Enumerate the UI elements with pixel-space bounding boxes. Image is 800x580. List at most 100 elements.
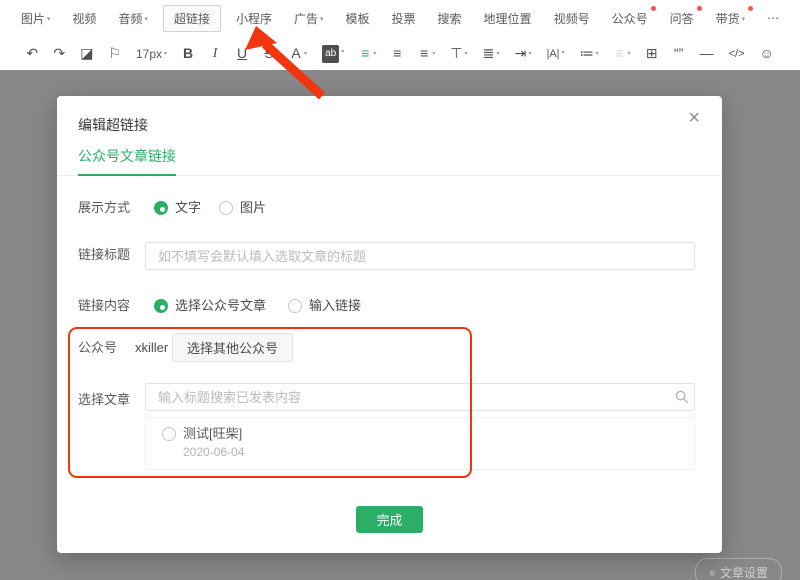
tab-official-article-link[interactable]: 公众号文章链接	[78, 146, 176, 176]
indent-icon[interactable]: ⇥▾	[509, 43, 536, 64]
task-list-glyph: ≡	[614, 45, 626, 61]
italic-icon[interactable]: I	[204, 42, 226, 64]
article-search-input[interactable]	[145, 383, 695, 411]
chevron-down-icon: ▾	[304, 51, 307, 57]
format-toolbar: ↶↷◪⚐17px▾BIUSA▾ab▾≡▾≡≡▾⊤▾≣▾⇥▾|A|▾≔▾≡▾⊞“”…	[0, 36, 800, 70]
chevron-down-icon: ▾	[144, 16, 148, 23]
menu-item-official-account[interactable]: 公众号	[605, 6, 655, 31]
menu-item-label: 超链接	[174, 12, 210, 26]
chevron-down-icon: ▾	[341, 49, 344, 55]
article-result-list: 测试[旺柴]2020-06-04	[145, 417, 695, 470]
clear-format-icon[interactable]: ◪	[75, 43, 98, 63]
divider-glyph: —	[700, 45, 714, 61]
display-mode-option-text[interactable]: 文字	[154, 198, 201, 218]
justify-icon[interactable]: ≡▾	[354, 43, 381, 64]
divider-icon[interactable]: —	[695, 43, 719, 63]
menu-item-audio[interactable]: 音频▾	[111, 6, 155, 31]
redo-icon[interactable]: ↷	[48, 43, 70, 63]
radio-article[interactable]	[162, 427, 176, 441]
menu-item-template[interactable]: 模板	[339, 6, 377, 31]
radio-text[interactable]	[154, 201, 168, 215]
align-center-icon[interactable]: ≡▾	[413, 43, 440, 64]
menu-item-label: 搜索	[438, 12, 462, 26]
menu-item-video[interactable]: 视频	[65, 6, 103, 31]
align-top-icon[interactable]: ⊤▾	[445, 43, 472, 64]
list-glyph: ≔	[580, 45, 594, 61]
format-brush-icon[interactable]: ⚐	[103, 43, 126, 63]
done-button[interactable]: 完成	[356, 506, 423, 533]
select-other-account-button[interactable]: 选择其他公众号	[172, 333, 293, 362]
display-mode-option-image[interactable]: 图片	[219, 198, 266, 218]
radio-image[interactable]	[219, 201, 233, 215]
chevron-down-icon: ▾	[464, 51, 467, 57]
task-list-icon[interactable]: ≡▾	[609, 43, 636, 64]
dialog-title: 编辑超链接	[78, 115, 148, 135]
radio-enter-url[interactable]	[288, 299, 302, 313]
letter-spacing-icon[interactable]: |A|▾	[541, 42, 569, 64]
undo-glyph: ↶	[26, 45, 38, 61]
insert-menu-bar: 图片▾视频音频▾超链接小程序广告▾模板投票搜索地理位置视频号公众号问答带货▾⋯	[0, 0, 800, 36]
line-height-glyph: ≣	[482, 45, 494, 61]
account-name: xkiller	[135, 338, 168, 358]
menu-item-location[interactable]: 地理位置	[477, 6, 539, 31]
menu-item-label: 广告	[294, 12, 318, 26]
menu-item-commerce[interactable]: 带货▾	[709, 6, 753, 31]
link-content-option-enter-url[interactable]: 输入链接	[288, 296, 361, 316]
menu-item-ad[interactable]: 广告▾	[287, 6, 331, 31]
menu-item-label: 视频	[72, 12, 96, 26]
article-settings-label: 文章设置	[720, 564, 768, 580]
code-icon[interactable]: </>	[724, 42, 750, 64]
notification-dot	[748, 6, 753, 11]
highlight-glyph: ab	[322, 45, 339, 63]
menu-item-label: 图片	[21, 12, 45, 26]
undo-icon[interactable]: ↶	[21, 43, 43, 63]
emoji-icon[interactable]: ☺	[755, 43, 779, 63]
menu-item-label: ⋯	[767, 11, 779, 25]
article-date: 2020-06-04	[183, 444, 244, 461]
line-height-icon[interactable]: ≣▾	[477, 43, 504, 64]
select-article-label: 选择文章	[78, 390, 130, 410]
menu-item-label: 公众号	[612, 12, 648, 26]
font-size-icon[interactable]: 17px▾	[131, 43, 172, 64]
clear-format-glyph: ◪	[80, 45, 93, 61]
radio-select-article[interactable]	[154, 299, 168, 313]
display-mode-options: 文字 图片	[154, 198, 266, 218]
highlight-icon[interactable]: ab▾	[317, 41, 349, 65]
table-icon[interactable]: ⊞	[641, 43, 663, 63]
dialog-tabbar: 公众号文章链接	[57, 146, 722, 176]
article-settings-button[interactable]: » 文章设置	[695, 558, 782, 580]
blockquote-icon[interactable]: “”	[668, 43, 690, 63]
menu-item-image[interactable]: 图片▾	[14, 6, 58, 31]
menu-item-more[interactable]: ⋯	[760, 7, 786, 29]
align-left-icon[interactable]: ≡	[386, 43, 408, 63]
search-icon[interactable]	[675, 390, 689, 404]
link-content-option-select-article[interactable]: 选择公众号文章	[154, 296, 266, 316]
menu-item-hyperlink[interactable]: 超链接	[163, 5, 221, 32]
font-color-icon[interactable]: A▾	[285, 43, 312, 64]
menu-item-qa[interactable]: 问答	[663, 6, 701, 31]
menu-item-label: 小程序	[236, 12, 272, 26]
chevron-down-icon: ▾	[562, 50, 565, 56]
close-icon[interactable]: ×	[688, 108, 700, 128]
menu-item-mini-program[interactable]: 小程序	[229, 6, 279, 31]
menu-item-label: 地理位置	[484, 12, 532, 26]
align-top-glyph: ⊤	[450, 45, 462, 61]
strikethrough-icon[interactable]: S	[258, 43, 280, 63]
bold-glyph: B	[182, 45, 194, 61]
list-icon[interactable]: ≔▾	[575, 43, 604, 64]
bold-icon[interactable]: B	[177, 43, 199, 63]
emoji-glyph: ☺	[760, 45, 774, 61]
menu-item-label: 模板	[346, 12, 370, 26]
chevron-down-icon: ▾	[164, 51, 167, 57]
menu-item-channels[interactable]: 视频号	[547, 6, 597, 31]
underline-icon[interactable]: U	[231, 43, 253, 63]
link-title-input[interactable]	[145, 242, 695, 270]
link-content-label: 链接内容	[78, 296, 130, 316]
menu-item-label: 视频号	[554, 12, 590, 26]
menu-item-poll[interactable]: 投票	[385, 6, 423, 31]
justify-glyph: ≡	[359, 45, 371, 61]
link-content-options: 选择公众号文章 输入链接	[154, 296, 361, 316]
chevron-down-icon: ▾	[320, 16, 324, 23]
menu-item-search[interactable]: 搜索	[431, 6, 469, 31]
article-item[interactable]: 测试[旺柴]2020-06-04	[146, 418, 694, 469]
